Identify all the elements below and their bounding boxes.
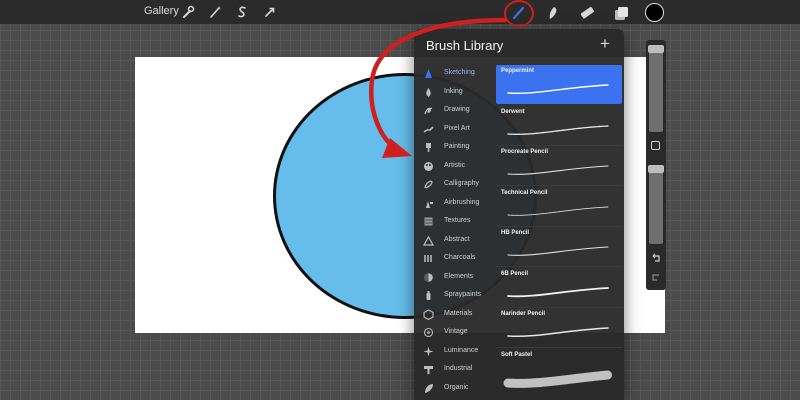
brush-set-calligraphy[interactable]: Calligraphy — [414, 176, 496, 194]
brush-set-industrial[interactable]: Industrial — [414, 361, 496, 379]
brush-set-charcoals[interactable]: Charcoals — [414, 250, 496, 268]
ink-drop-icon — [426, 87, 431, 97]
brush-set-pixel-art[interactable]: Pixel Art — [414, 121, 496, 139]
brush-set-luminance[interactable]: Luminance — [414, 343, 496, 361]
paint-brush-icon — [426, 143, 431, 152]
elements-icon — [424, 272, 433, 282]
brush-set-vintage[interactable]: Vintage — [414, 324, 496, 342]
brush-stroke-preview — [507, 84, 609, 95]
airbrush-icon — [426, 200, 433, 208]
luminance-icon — [423, 346, 434, 356]
brush-soft-pastel[interactable]: Soft Pastel — [496, 349, 622, 400]
brush-procreate-pencil[interactable]: Procreate Pencil — [496, 146, 622, 186]
brush-set-inking[interactable]: Inking — [414, 84, 496, 102]
brush-stroke-preview — [507, 286, 609, 297]
abstract-icon — [423, 235, 434, 246]
brush-technical-pencil[interactable]: Technical Pencil — [496, 187, 622, 227]
brush-set-airbrushing[interactable]: Airbrushing — [414, 195, 496, 213]
palette-icon — [424, 161, 433, 171]
brush-set-artistic[interactable]: Artistic — [414, 158, 496, 176]
organic-icon — [425, 383, 433, 393]
brush-set-elements[interactable]: Elements — [414, 269, 496, 287]
brush-stroke-preview — [507, 165, 609, 175]
selection-icon[interactable] — [233, 3, 251, 21]
brush-derwent[interactable]: Derwent — [496, 106, 622, 146]
square-modify-icon[interactable] — [651, 141, 660, 150]
materials-icon — [423, 308, 434, 320]
gallery-button[interactable]: Gallery — [144, 5, 179, 17]
brush-size-slider[interactable] — [649, 46, 663, 132]
opacity-slider[interactable] — [649, 166, 663, 244]
wrench-icon[interactable] — [179, 3, 197, 21]
brush-set-painting[interactable]: Painting — [414, 139, 496, 157]
spraypaint-icon — [426, 291, 431, 300]
brush-set-textures[interactable]: Textures — [414, 213, 496, 231]
top-toolbar: Gallery — [0, 0, 800, 24]
magic-wand-icon[interactable] — [206, 3, 224, 21]
brush-set-abstract[interactable]: Abstract — [414, 232, 496, 250]
vintage-icon — [423, 327, 434, 338]
brush-set-sketching[interactable]: Sketching — [414, 65, 496, 83]
redo-icon[interactable] — [650, 271, 662, 283]
industrial-icon — [424, 366, 433, 374]
drawing-icon — [424, 107, 433, 115]
brush-set-spraypaints[interactable]: Spraypaints — [414, 287, 496, 305]
brush-6b-pencil[interactable]: 6B Pencil — [496, 268, 622, 308]
brush-hb-pencil[interactable]: HB Pencil — [496, 227, 622, 267]
brush-stroke-preview — [503, 370, 613, 388]
brush-size-thumb[interactable] — [648, 45, 664, 53]
brush-stroke-preview — [507, 246, 609, 256]
brush-set-organic[interactable]: Organic — [414, 380, 496, 398]
brush-set-drawing[interactable]: Drawing — [414, 102, 496, 120]
charcoal-icon — [424, 255, 432, 262]
brush-stroke-preview — [507, 327, 609, 338]
eraser-icon[interactable] — [576, 2, 598, 24]
texture-icon — [424, 217, 433, 226]
brush-stroke-preview — [507, 124, 609, 135]
add-brush-set-button[interactable]: + — [600, 35, 610, 53]
brush-peppermint[interactable]: Peppermint — [496, 65, 622, 104]
layers-icon[interactable] — [610, 2, 632, 24]
opacity-thumb[interactable] — [648, 165, 664, 173]
brush-narinder-pencil[interactable]: Narinder Pencil — [496, 308, 622, 348]
brush-list: Peppermint Derwent Procreate Pencil Tech… — [496, 65, 624, 400]
brush-set-materials[interactable]: Materials — [414, 306, 496, 324]
smudge-icon[interactable] — [542, 2, 564, 24]
calligraphy-icon — [424, 180, 433, 189]
brush-stroke-preview — [507, 206, 609, 216]
transform-arrow-icon[interactable] — [261, 3, 279, 21]
undo-icon[interactable] — [650, 252, 662, 264]
brush-highlight-circle — [504, 0, 534, 27]
pixel-art-icon — [423, 125, 434, 133]
brush-library-title: Brush Library — [426, 38, 504, 53]
sketching-icon — [425, 69, 432, 78]
brush-library-panel: Brush Library + Sketching Inking Drawing… — [414, 29, 624, 400]
color-swatch[interactable] — [645, 3, 664, 22]
side-slider-bar — [646, 40, 666, 290]
